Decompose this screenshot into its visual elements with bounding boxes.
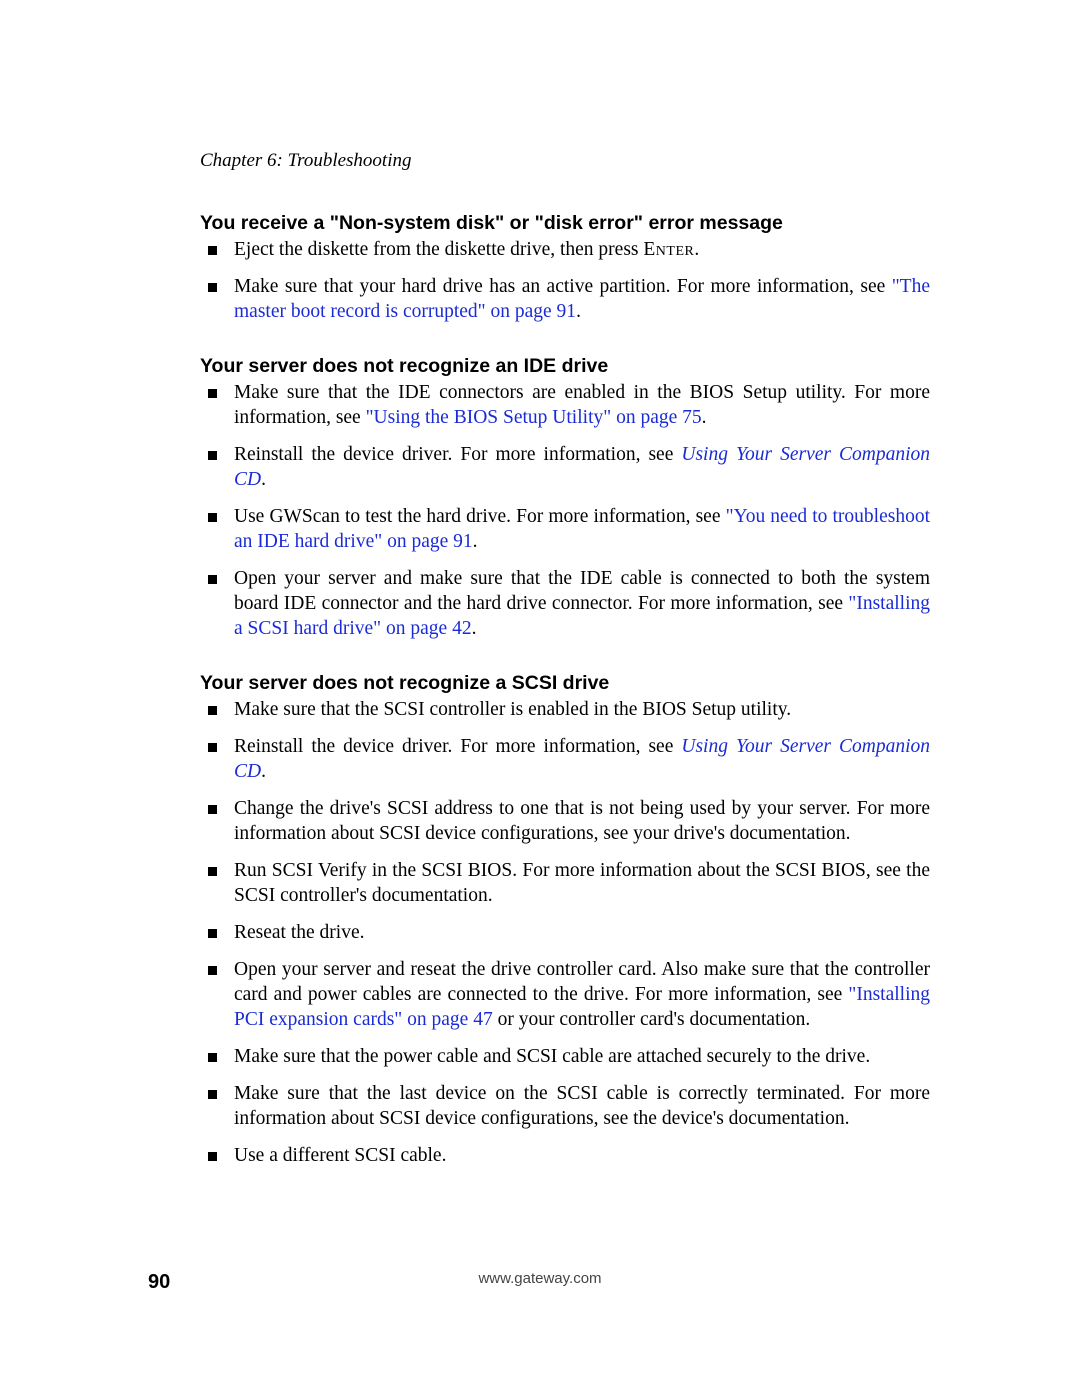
list-item: Use GWScan to test the hard drive. For m… xyxy=(234,505,930,555)
list-item: Open your server and reseat the drive co… xyxy=(234,958,930,1033)
list-item: Change the drive's SCSI address to one t… xyxy=(234,797,930,847)
page-content: Chapter 6: Troubleshooting You receive a… xyxy=(0,0,1080,1397)
list-item: Reseat the drive. xyxy=(234,921,930,946)
body-text: Eject the diskette from the diskette dri… xyxy=(234,239,643,260)
bullet-list: Eject the diskette from the diskette dri… xyxy=(200,238,930,325)
body-text: Use a different SCSI cable. xyxy=(234,1145,446,1166)
section-heading: You receive a "Non-system disk" or "disk… xyxy=(200,210,930,236)
body-text: . xyxy=(473,531,478,552)
body-text: . xyxy=(694,239,699,260)
section-heading: Your server does not recognize an IDE dr… xyxy=(200,353,930,379)
chapter-header: Chapter 6: Troubleshooting xyxy=(200,150,930,172)
list-item: Make sure that the power cable and SCSI … xyxy=(234,1045,930,1070)
list-item: Reinstall the device driver. For more in… xyxy=(234,735,930,785)
cross-reference-link[interactable]: "Using the BIOS Setup Utility" on page 7… xyxy=(366,407,702,428)
footer-url: www.gateway.com xyxy=(0,1270,1080,1287)
body-text: Make sure that the power cable and SCSI … xyxy=(234,1046,870,1067)
body-text: Make sure that your hard drive has an ac… xyxy=(234,276,892,297)
body-text: or your controller card's documentation. xyxy=(493,1009,811,1030)
body-text: Reinstall the device driver. For more in… xyxy=(234,444,681,465)
list-item: Make sure that the last device on the SC… xyxy=(234,1082,930,1132)
body-text: . xyxy=(472,618,477,639)
body-text: Make sure that the last device on the SC… xyxy=(234,1083,930,1129)
body-text: Open your server and make sure that the … xyxy=(234,568,930,614)
bullet-list: Make sure that the SCSI controller is en… xyxy=(200,698,930,1168)
body-text: Open your server and reseat the drive co… xyxy=(234,959,930,1005)
body-text: . xyxy=(702,407,707,428)
list-item: Make sure that the IDE connectors are en… xyxy=(234,381,930,431)
body-text: . xyxy=(261,469,266,490)
list-item: Use a different SCSI cable. xyxy=(234,1144,930,1169)
body-text: . xyxy=(261,761,266,782)
body-text: Run SCSI Verify in the SCSI BIOS. For mo… xyxy=(234,860,930,906)
list-item: Eject the diskette from the diskette dri… xyxy=(234,238,930,263)
body-text: Make sure that the SCSI controller is en… xyxy=(234,699,791,720)
list-item: Reinstall the device driver. For more in… xyxy=(234,443,930,493)
list-item: Make sure that your hard drive has an ac… xyxy=(234,275,930,325)
body-text: Change the drive's SCSI address to one t… xyxy=(234,798,930,844)
body-text: Reinstall the device driver. For more in… xyxy=(234,736,681,757)
body-text: . xyxy=(576,301,581,322)
key-name: Enter xyxy=(643,239,694,260)
list-item: Open your server and make sure that the … xyxy=(234,567,930,642)
bullet-list: Make sure that the IDE connectors are en… xyxy=(200,381,930,642)
section-heading: Your server does not recognize a SCSI dr… xyxy=(200,670,930,696)
body-text: Reseat the drive. xyxy=(234,922,365,943)
list-item: Run SCSI Verify in the SCSI BIOS. For mo… xyxy=(234,859,930,909)
body-text: Use GWScan to test the hard drive. For m… xyxy=(234,506,726,527)
list-item: Make sure that the SCSI controller is en… xyxy=(234,698,930,723)
sections-container: You receive a "Non-system disk" or "disk… xyxy=(200,210,930,1169)
